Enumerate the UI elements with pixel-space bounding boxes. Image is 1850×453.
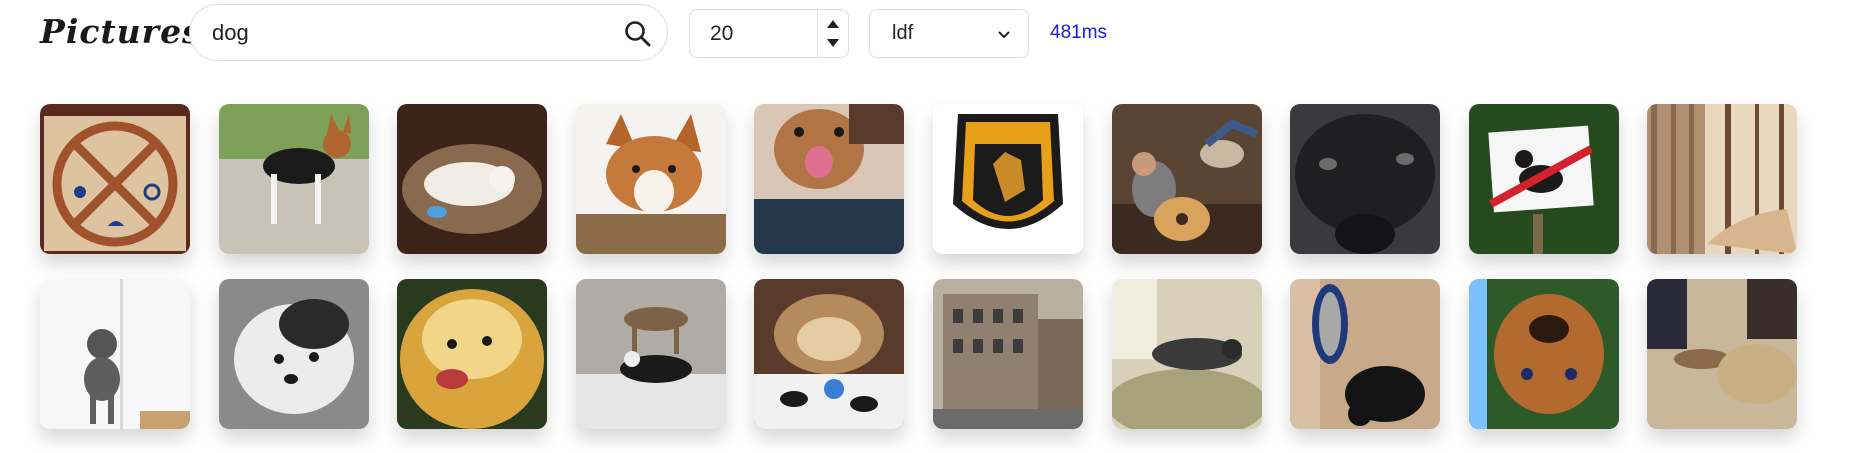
result-image-dogs-reflection[interactable] — [575, 279, 726, 429]
result-image-gray-poodle-standing[interactable] — [40, 279, 190, 429]
result-image-man-with-guitar-and-dog[interactable] — [1111, 104, 1262, 254]
increment-arrow-icon[interactable] — [825, 17, 841, 31]
result-image-basenji-on-gravel[interactable] — [218, 104, 369, 254]
query-timing: 481ms — [1050, 22, 1108, 43]
result-image-no-dog-fouling-sign[interactable] — [1468, 104, 1619, 254]
result-image-dog-sleeping-on-couch[interactable] — [1111, 279, 1262, 429]
app-logo: Pictures — [40, 12, 202, 51]
search-icon[interactable] — [623, 19, 653, 49]
result-image-tree-trunk-forest[interactable] — [1647, 104, 1798, 254]
result-image-pomeranian-face[interactable] — [397, 279, 548, 429]
chevron-down-icon — [996, 26, 1012, 42]
decrement-arrow-icon[interactable] — [825, 36, 841, 50]
results-grid — [40, 104, 1798, 429]
result-count-stepper[interactable] — [817, 10, 848, 57]
result-image-boxer-upside-down[interactable] — [754, 104, 905, 254]
result-image-dachshund-upside-down[interactable] — [1468, 279, 1619, 429]
result-image-old-stone-street[interactable] — [932, 279, 1083, 429]
result-image-no-dogs-prohibition-sign[interactable] — [40, 104, 190, 254]
result-image-norfolk-k9-police-patch[interactable] — [932, 104, 1083, 254]
search-input[interactable] — [210, 18, 594, 47]
result-image-bw-puppy-portrait[interactable] — [218, 279, 369, 429]
result-image-white-dog-in-bed[interactable] — [397, 104, 548, 254]
model-select[interactable]: ldf — [869, 9, 1029, 58]
result-count-value[interactable]: 20 — [710, 22, 817, 46]
result-image-yorkie-with-toy[interactable] — [754, 279, 905, 429]
result-image-corgi-mix-portrait[interactable] — [575, 104, 726, 254]
model-select-value: ldf — [892, 22, 914, 44]
result-image-black-dog-closeup[interactable] — [1290, 104, 1441, 254]
result-image-black-dog-with-drum[interactable] — [1290, 279, 1441, 429]
search-bar — [189, 4, 668, 61]
result-count-input[interactable]: 20 — [689, 9, 849, 58]
result-image-dog-in-living-room[interactable] — [1647, 279, 1798, 429]
